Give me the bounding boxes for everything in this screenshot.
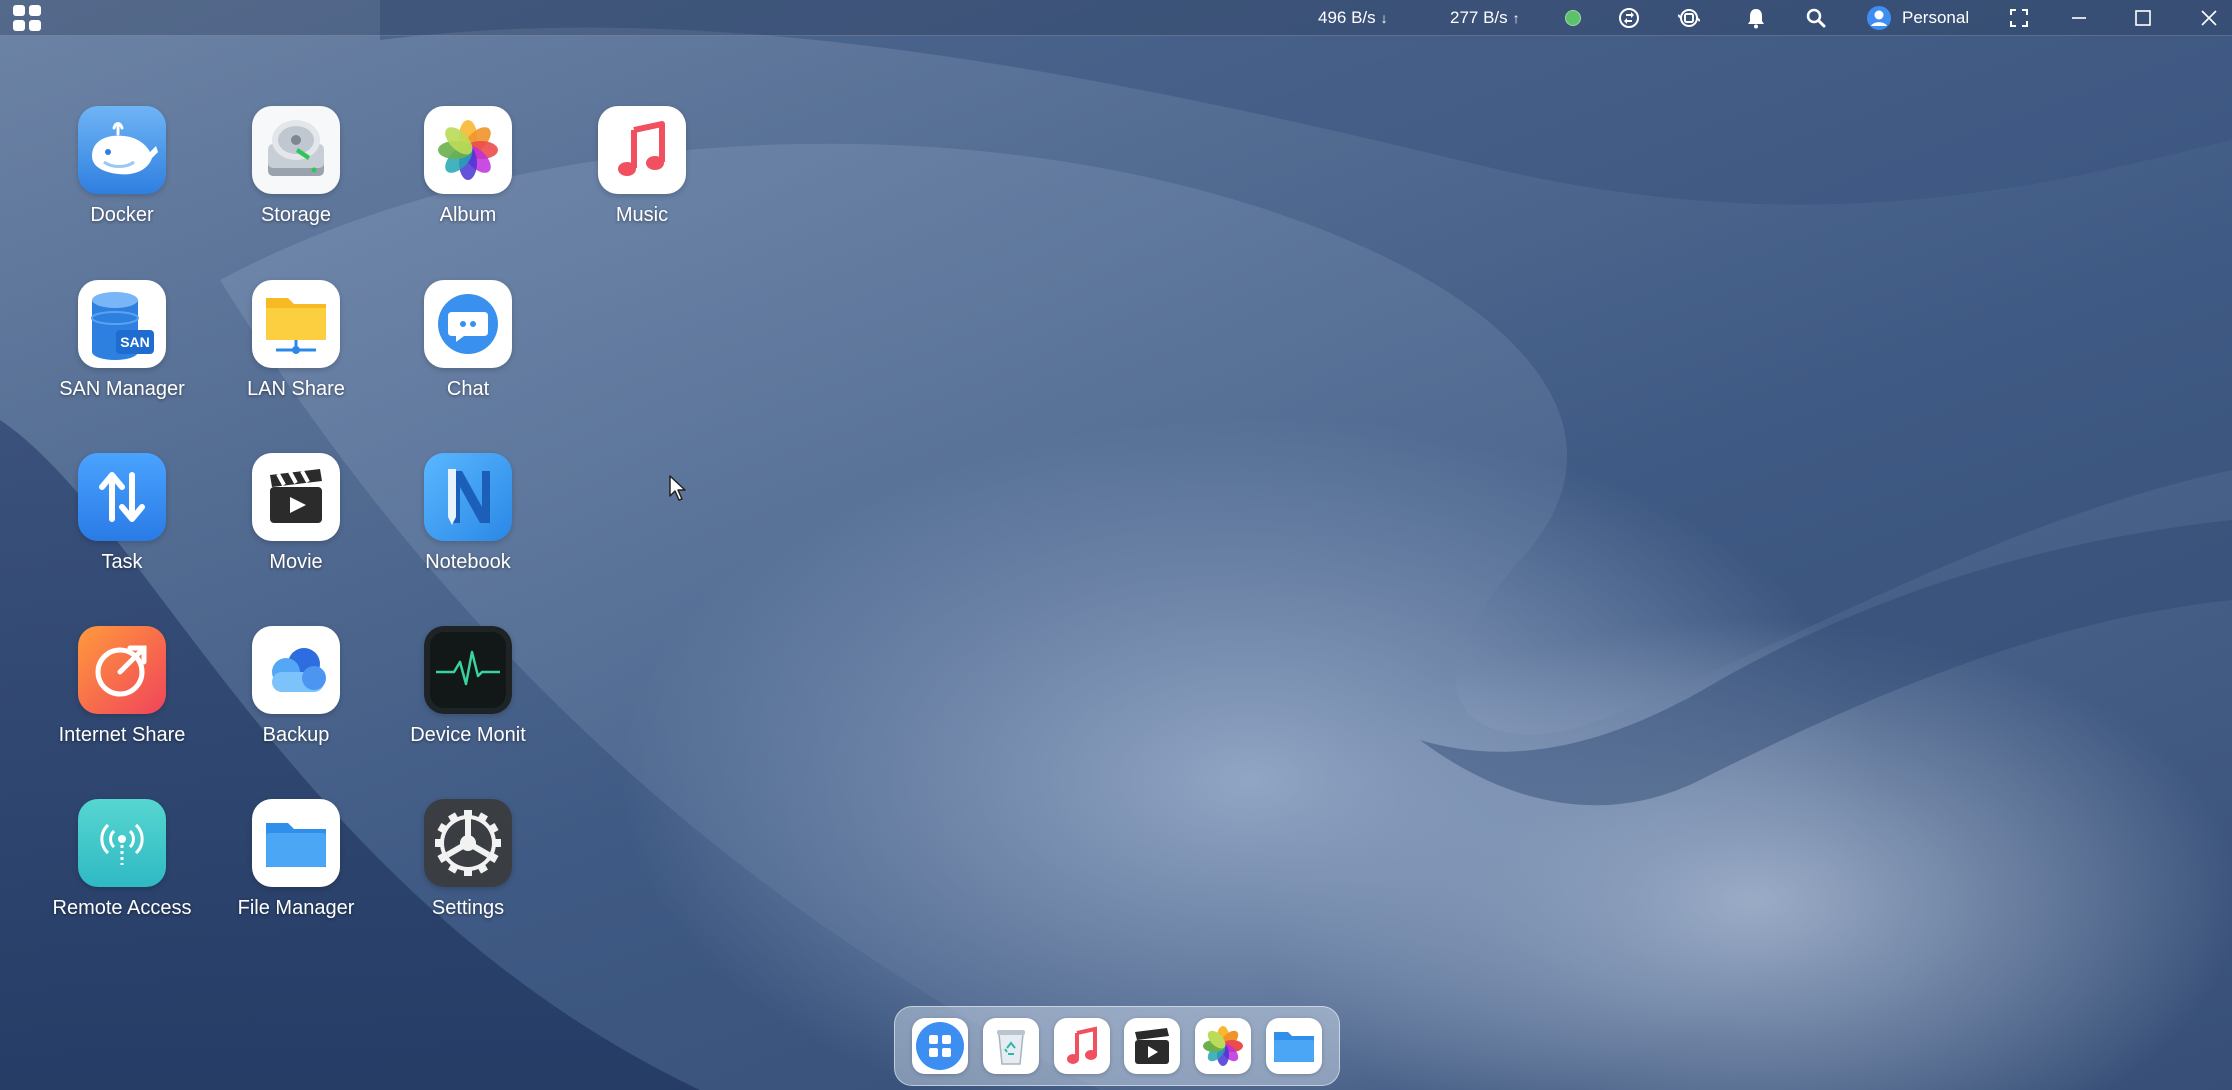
app-label: Backup (262, 724, 330, 746)
top-bar: 496 B/s ↓ 277 B/s ↑ Personal (0, 0, 2232, 36)
docker-whale-icon (78, 106, 166, 194)
internet-share-icon (78, 626, 166, 714)
app-label: Album (439, 204, 497, 226)
recycle-bin-icon[interactable] (982, 1018, 1039, 1074)
task-arrows-icon (78, 453, 166, 541)
bell-icon[interactable] (1741, 0, 1771, 36)
maximize-icon[interactable] (2128, 0, 2158, 36)
search-icon[interactable] (1801, 0, 1831, 36)
app-lan-share[interactable]: LAN Share (210, 280, 382, 430)
app-internet-share[interactable]: Internet Share (36, 626, 208, 776)
user-icon (1867, 6, 1891, 30)
mouse-cursor-icon (668, 474, 688, 507)
chat-bubble-icon (424, 280, 512, 368)
movie-clapper-icon (252, 453, 340, 541)
file-folder-icon[interactable] (1265, 1018, 1322, 1074)
app-label: Remote Access (52, 897, 192, 919)
minimize-icon[interactable] (2064, 0, 2094, 36)
movie-clapper-icon[interactable] (1124, 1018, 1181, 1074)
fullscreen-icon[interactable] (2004, 0, 2034, 36)
download-speed: 496 B/s ↓ (1318, 0, 1388, 36)
music-note-icon[interactable] (1053, 1018, 1110, 1074)
san-database-icon: SAN (78, 280, 166, 368)
app-task[interactable]: Task (36, 453, 208, 603)
app-label: Settings (431, 897, 505, 919)
launcher-grid-icon[interactable] (912, 1018, 969, 1074)
app-docker[interactable]: Docker (36, 106, 208, 256)
app-label: Movie (269, 551, 323, 573)
app-label: SAN Manager (59, 378, 185, 400)
dock (894, 1006, 1340, 1086)
app-music[interactable]: Music (556, 106, 728, 256)
app-label: Storage (260, 204, 332, 226)
upload-speed-value: 277 B/s (1450, 8, 1508, 27)
device-monitor-pulse-icon (424, 626, 512, 714)
app-backup[interactable]: Backup (210, 626, 382, 776)
music-note-icon (598, 106, 686, 194)
user-menu[interactable]: Personal (1866, 0, 1969, 36)
app-san-manager[interactable]: SAN SAN Manager (36, 280, 208, 430)
status-indicator[interactable] (1558, 0, 1588, 36)
app-label: Task (101, 551, 143, 573)
status-dot-icon (1565, 10, 1581, 26)
app-label: Device Monit (410, 724, 526, 746)
upload-arrow-icon: ↑ (1512, 10, 1520, 26)
app-label: Docker (90, 204, 154, 226)
app-label: LAN Share (247, 378, 345, 400)
app-storage[interactable]: Storage (210, 106, 382, 256)
storage-disk-icon (252, 106, 340, 194)
settings-gear-icon (424, 799, 512, 887)
app-notebook[interactable]: Notebook (382, 453, 554, 603)
app-album[interactable]: Album (382, 106, 554, 256)
sync-icon[interactable] (1614, 0, 1644, 36)
upload-speed: 277 B/s ↑ (1450, 0, 1520, 36)
backup-icon[interactable] (1674, 0, 1704, 36)
grid-icon[interactable] (12, 4, 41, 32)
app-file-manager[interactable]: File Manager (210, 799, 382, 949)
app-label: Notebook (425, 551, 511, 573)
remote-access-antenna-icon (78, 799, 166, 887)
album-flower-icon[interactable] (1194, 1018, 1251, 1074)
app-settings[interactable]: Settings (382, 799, 554, 949)
album-flower-icon (424, 106, 512, 194)
app-label: Music (615, 204, 669, 226)
backup-cloud-icon (252, 626, 340, 714)
san-badge-text: SAN (120, 334, 150, 350)
notebook-n-icon (424, 453, 512, 541)
app-chat[interactable]: Chat (382, 280, 554, 430)
app-label: Internet Share (58, 724, 186, 746)
file-folder-icon (252, 799, 340, 887)
user-label: Personal (1902, 8, 1970, 27)
download-arrow-icon: ↓ (1380, 10, 1388, 26)
download-speed-value: 496 B/s (1318, 8, 1376, 27)
close-icon[interactable] (2194, 0, 2224, 36)
app-label: File Manager (237, 897, 355, 919)
app-device-monitor[interactable]: Device Monit (382, 626, 554, 776)
lan-share-folder-icon (252, 280, 340, 368)
app-remote-access[interactable]: Remote Access (36, 799, 208, 949)
app-label: Chat (446, 378, 490, 400)
app-movie[interactable]: Movie (210, 453, 382, 603)
